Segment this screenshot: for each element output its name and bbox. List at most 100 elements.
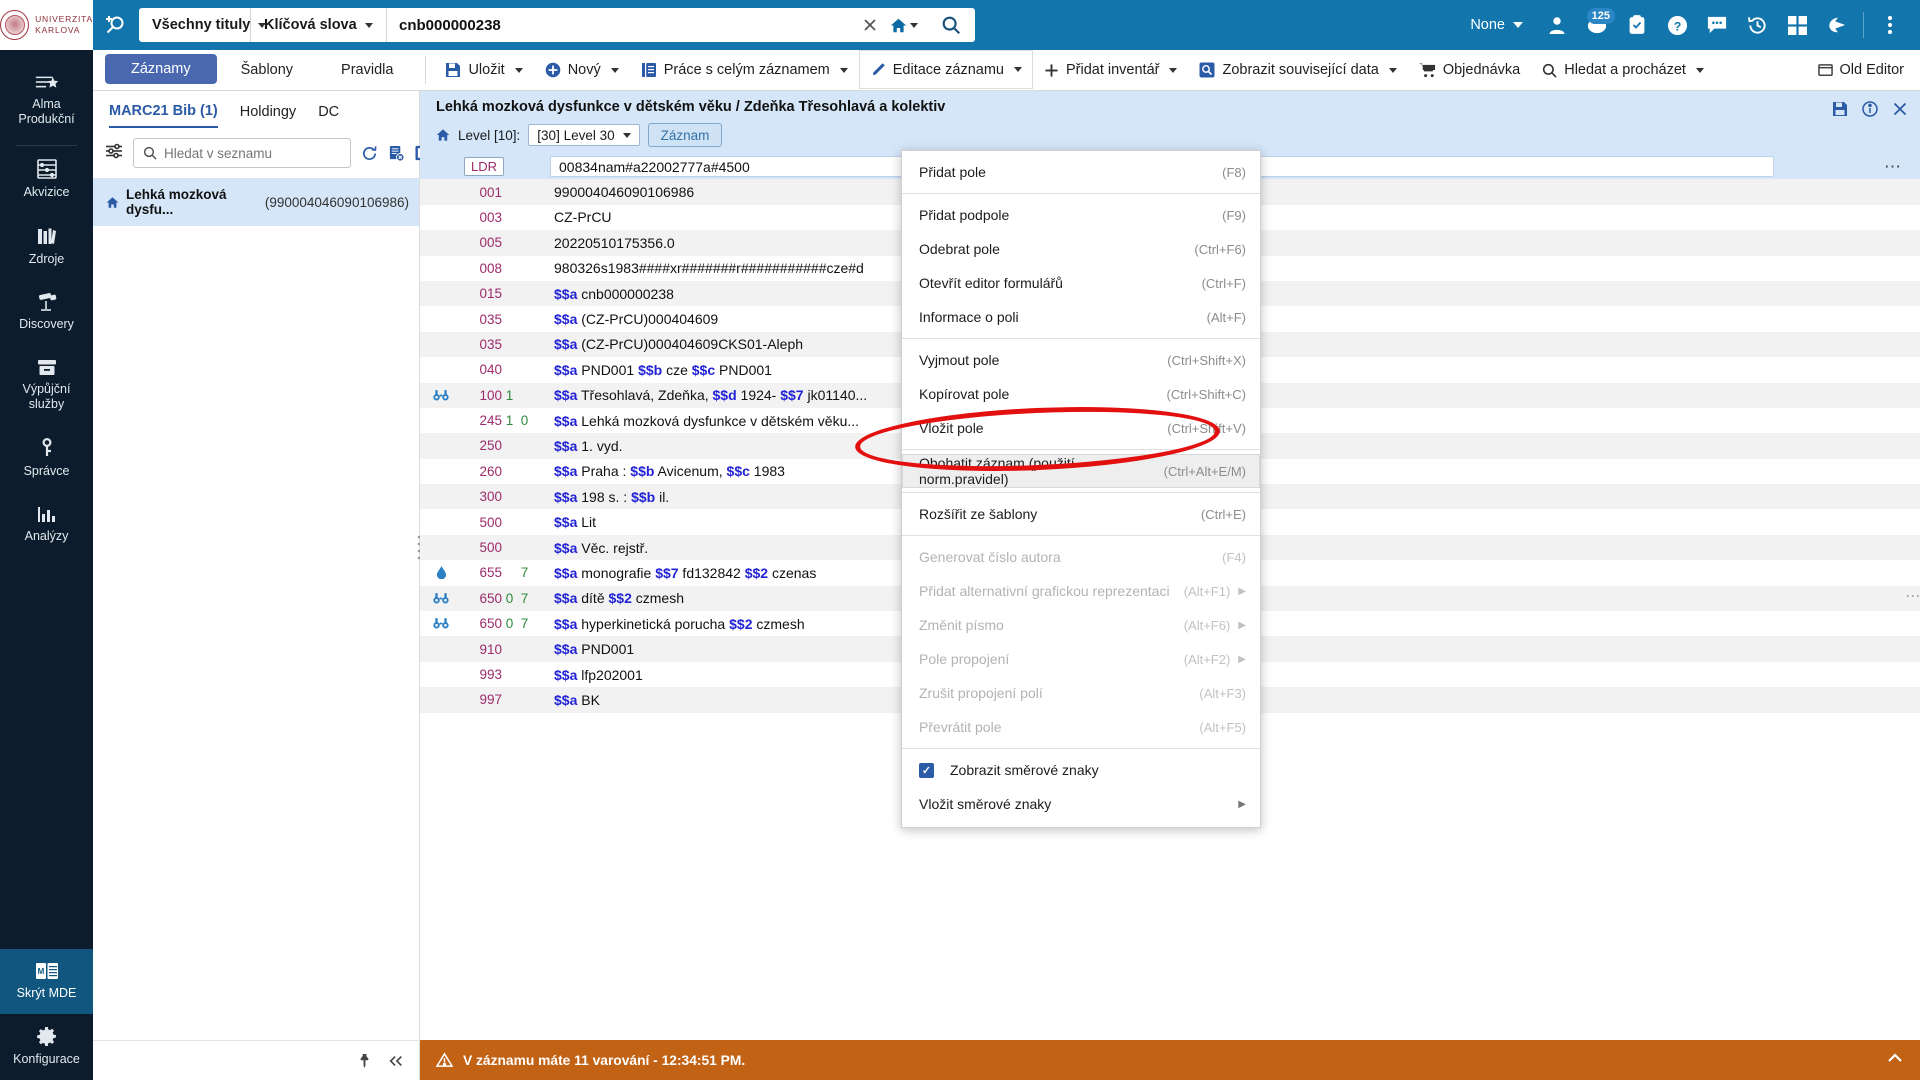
marc-field-value[interactable]: $$a cnb000000238: [554, 286, 674, 302]
menu-item[interactable]: Vyjmout pole (Ctrl+Shift+X): [902, 343, 1260, 377]
marc-indicator-2[interactable]: 7: [517, 591, 532, 606]
search-submit-button[interactable]: [927, 8, 975, 42]
pin-icon[interactable]: [357, 1053, 372, 1069]
menu-item[interactable]: Informace o poli (Alt+F): [902, 300, 1260, 334]
marc-indicator-1[interactable]: 0: [502, 591, 517, 606]
search-field-dropdown[interactable]: Klíčová slova: [251, 8, 387, 42]
menu-item[interactable]: Přidat pole (F8): [902, 155, 1260, 189]
marc-indicator-1[interactable]: 1: [502, 413, 517, 428]
marc-field-value[interactable]: $$a dítě $$2 czmesh: [554, 590, 684, 606]
chat-icon[interactable]: [1697, 0, 1737, 50]
marc-field-value[interactable]: $$a Praha : $$b Avicenum, $$c 1983: [554, 463, 785, 479]
marc-tag[interactable]: 100: [454, 388, 502, 403]
marc-tag[interactable]: 910: [454, 642, 502, 657]
marc-tag[interactable]: 001: [454, 185, 502, 200]
sidebar-item-vypujcni-sluzby[interactable]: Výpůjční služby: [0, 345, 93, 425]
marc-tag[interactable]: 008: [454, 261, 502, 276]
help-icon[interactable]: ?: [1657, 0, 1697, 50]
marc-field-value[interactable]: $$a hyperkinetická porucha $$2 czmesh: [554, 616, 805, 632]
marc-tag[interactable]: 005: [454, 235, 502, 250]
marc-indicator-1[interactable]: 1: [502, 388, 517, 403]
expand-warnings-icon[interactable]: [1886, 1050, 1904, 1071]
clear-list-icon[interactable]: [388, 145, 405, 162]
collapse-icon[interactable]: [388, 1054, 404, 1068]
marc-field-value[interactable]: $$a BK: [554, 692, 600, 708]
sidebar-item-skryt-mde[interactable]: M Skrýt MDE: [0, 949, 93, 1014]
search-scope-dropdown[interactable]: Všechny tituly: [139, 8, 267, 42]
record-scrollbar[interactable]: ⋮: [1906, 154, 1920, 1040]
marc-tag[interactable]: 300: [454, 489, 502, 504]
edit-record-button[interactable]: Editace záznamu: [858, 50, 1033, 90]
marc-tag[interactable]: 655: [454, 565, 502, 580]
marc-tag[interactable]: 650: [454, 616, 502, 631]
marc-tag[interactable]: 245: [454, 413, 502, 428]
list-item[interactable]: Lehká mozková dysfu... (9900040460901069…: [93, 178, 419, 226]
marc-tag[interactable]: 993: [454, 667, 502, 682]
menu-item[interactable]: Vložit směrové znaky ▶: [902, 787, 1260, 821]
marc-field-value[interactable]: $$a Třesohlavá, Zdeňka, $$d 1924- $$7 jk…: [554, 387, 867, 403]
marc-indicator-2[interactable]: 7: [517, 565, 532, 580]
marc-field-value[interactable]: $$a monografie $$7 fd132842 $$2 czenas: [554, 565, 816, 581]
marc-field-value[interactable]: $$a Lehká mozková dysfunkce v dětském vě…: [554, 413, 859, 429]
marc-field-value[interactable]: $$a PND001: [554, 641, 634, 657]
sidebar-item-spravce[interactable]: Správce: [0, 425, 93, 492]
tab-dc[interactable]: DC: [318, 104, 339, 127]
marc-field-value[interactable]: CZ-PrCU: [554, 209, 612, 225]
marc-field-value[interactable]: $$a lfp202001: [554, 667, 643, 683]
tab-sablony[interactable]: Šablony: [217, 50, 317, 90]
marc-field-value[interactable]: 990004046090106986: [554, 184, 694, 200]
tab-marc21-bib[interactable]: MARC21 Bib (1): [109, 103, 218, 128]
notifications-icon[interactable]: 125: [1577, 0, 1617, 50]
history-icon[interactable]: [1737, 0, 1777, 50]
menu-item[interactable]: Odebrat pole (Ctrl+F6): [902, 232, 1260, 266]
feedback-icon[interactable]: [1817, 0, 1857, 50]
sidebar-item-discovery[interactable]: Discovery: [0, 280, 93, 345]
marc-tag[interactable]: 997: [454, 692, 502, 707]
marc-field-value[interactable]: 980326s1983####xr#######r###########cze#…: [554, 260, 864, 276]
marc-tag[interactable]: 035: [454, 312, 502, 327]
new-button[interactable]: Nový: [534, 50, 630, 90]
marc-tag[interactable]: 500: [454, 540, 502, 555]
marc-field-value[interactable]: $$a Lit: [554, 514, 596, 530]
marc-tag[interactable]: 260: [454, 464, 502, 479]
menu-item[interactable]: Rozšířit ze šablony (Ctrl+E): [902, 497, 1260, 531]
sidebar-item-akvizice[interactable]: Akvizice: [0, 146, 93, 213]
marc-field-value[interactable]: $$a Věc. rejstř.: [554, 540, 648, 556]
list-search-field[interactable]: [133, 138, 351, 168]
filter-icon[interactable]: [105, 143, 123, 164]
add-inventory-button[interactable]: Přidat inventář: [1033, 50, 1189, 90]
related-data-button[interactable]: Zobrazit související data: [1188, 50, 1407, 90]
close-icon[interactable]: [1892, 101, 1908, 117]
menu-item[interactable]: ✓ Zobrazit směrové znaky: [902, 753, 1260, 787]
old-editor-button[interactable]: Old Editor: [1817, 50, 1920, 90]
marc-field-value[interactable]: $$a (CZ-PrCU)000404609CKS01-Aleph: [554, 336, 803, 352]
marc-field-value[interactable]: $$a PND001 $$b cze $$c PND001: [554, 362, 772, 378]
sidebar-item-konfigurace[interactable]: Konfigurace: [0, 1014, 93, 1080]
marc-field-value[interactable]: 20220510175356.0: [554, 235, 675, 251]
menu-item[interactable]: Vložit pole (Ctrl+Shift+V): [902, 411, 1260, 445]
menu-item[interactable]: Otevřít editor formulářů (Ctrl+F): [902, 266, 1260, 300]
clear-icon[interactable]: [853, 8, 887, 42]
institution-chevron-down-icon[interactable]: [1513, 22, 1523, 28]
marc-tag[interactable]: 650: [454, 591, 502, 606]
marc-field-value[interactable]: $$a 1. vyd.: [554, 438, 623, 454]
save-icon[interactable]: [1832, 101, 1848, 117]
marc-indicator-1[interactable]: 0: [502, 616, 517, 631]
user-icon[interactable]: [1537, 0, 1577, 50]
sidebar-item-zdroje[interactable]: Zdroje: [0, 213, 93, 280]
marc-indicator-2[interactable]: 7: [517, 616, 532, 631]
checkbox-icon[interactable]: ✓: [919, 762, 934, 778]
apps-icon[interactable]: [1777, 0, 1817, 50]
marc-tag[interactable]: 500: [454, 515, 502, 530]
marc-tag[interactable]: 015: [454, 286, 502, 301]
marc-tag[interactable]: 035: [454, 337, 502, 352]
tab-holdingy[interactable]: Holdingy: [240, 104, 296, 127]
sidebar-item-alma[interactable]: Alma Produkční: [0, 50, 93, 145]
marc-tag[interactable]: 250: [454, 438, 502, 453]
menu-item[interactable]: Obohatit záznam (použití norm.pravidel) (…: [902, 454, 1260, 488]
marc-tag[interactable]: LDR: [464, 157, 505, 177]
marc-field-value[interactable]: $$a 198 s. : $$b il.: [554, 489, 669, 505]
list-search-input[interactable]: [164, 145, 341, 161]
new-search-icon[interactable]: [93, 13, 137, 37]
home-icon[interactable]: [887, 8, 921, 42]
